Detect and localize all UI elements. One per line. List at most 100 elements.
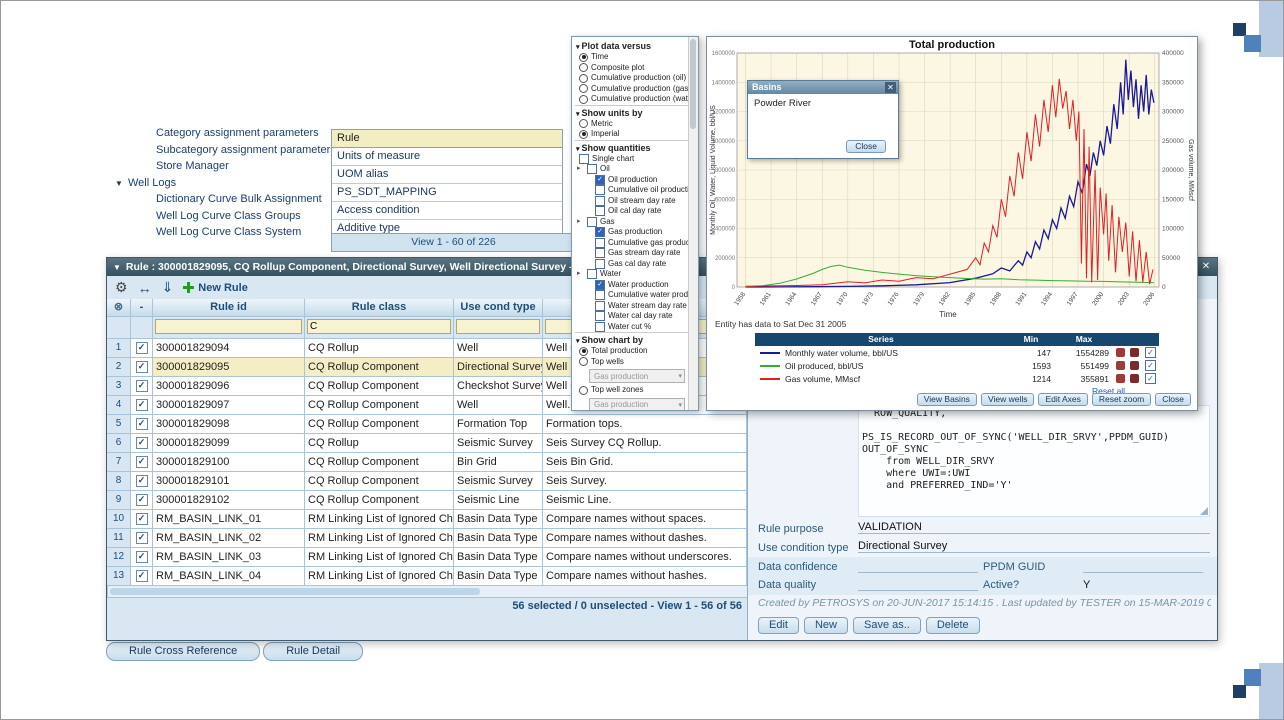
grid-header-rule_class[interactable]: Rule class (305, 299, 454, 317)
row-check-cell[interactable]: ✓ (131, 396, 153, 415)
table-row[interactable]: 5✓300001829098CQ Rollup ComponentFormati… (107, 415, 748, 434)
grid-header-check[interactable]: - (131, 299, 153, 317)
tab-rule-cross-reference[interactable]: Rule Cross Reference (106, 642, 260, 661)
select-all-icon[interactable]: ⊗ (114, 301, 123, 313)
checkbox-icon[interactable] (595, 196, 605, 206)
rule-type-row[interactable]: PS_SDT_MAPPING (332, 184, 562, 202)
grid-hscrollbar[interactable] (107, 586, 748, 598)
row-checkbox[interactable]: ✓ (136, 513, 148, 525)
checkbox-icon[interactable] (595, 322, 605, 332)
checkbox-icon[interactable] (595, 238, 605, 248)
quantity-group[interactable]: ▸Water (575, 269, 689, 280)
checkbox-icon[interactable] (595, 311, 605, 321)
row-check-cell[interactable]: ✓ (131, 472, 153, 491)
radio-icon[interactable] (579, 347, 588, 356)
row-check-cell[interactable]: ✓ (131, 415, 153, 434)
import-icon[interactable]: ⇓ (162, 279, 174, 296)
quantity-option[interactable]: Water cut % (575, 322, 689, 333)
basin-name[interactable]: Powder River (748, 94, 898, 109)
series-visible-checkbox[interactable]: ✓ (1145, 360, 1156, 371)
radio-option[interactable]: Cumulative production (oil) (575, 73, 689, 84)
table-row[interactable]: 11✓RM_BASIN_LINK_02RM Linking List of Ig… (107, 529, 748, 548)
active-value[interactable]: Y (1083, 579, 1090, 591)
row-checkbox[interactable]: ✓ (136, 399, 148, 411)
radio-icon[interactable] (579, 84, 588, 93)
table-row[interactable]: 9✓300001829102CQ Rollup ComponentSeismic… (107, 491, 748, 510)
section-header[interactable]: ▾Show quantities (575, 140, 689, 154)
legend-action-icon-1[interactable] (1116, 361, 1125, 370)
close-button[interactable]: Close (1155, 393, 1191, 406)
quantity-option[interactable]: Cumulative gas production (575, 238, 689, 249)
table-row[interactable]: 13✓RM_BASIN_LINK_04RM Linking List of Ig… (107, 567, 748, 586)
series-visible-checkbox[interactable]: ✓ (1145, 347, 1156, 358)
radio-icon[interactable] (579, 357, 588, 366)
quantity-option[interactable]: Gas stream day rate (575, 248, 689, 259)
radio-option[interactable]: Cumulative production (gas) (575, 84, 689, 95)
row-check-cell[interactable]: ✓ (131, 529, 153, 548)
quantity-option[interactable]: ✓Gas production (575, 227, 689, 238)
radio-icon[interactable] (579, 386, 588, 395)
quantity-group[interactable]: ▸Oil (575, 164, 689, 175)
quantity-option[interactable]: Oil stream day rate (575, 196, 689, 207)
table-row[interactable]: 6✓300001829099CQ RollupSeismic SurveySei… (107, 434, 748, 453)
tree-item[interactable]: Well Log Curve Class System (111, 224, 341, 241)
ppdm-guid-field[interactable] (1083, 559, 1203, 573)
filter-input-rule_class[interactable] (307, 319, 451, 334)
radio-icon[interactable] (579, 63, 588, 72)
sql-text-area[interactable]: ROW_QUALITY, PS_IS_RECORD_OUT_OF_SYNC('W… (858, 405, 1210, 517)
table-row[interactable]: 8✓300001829101CQ Rollup ComponentSeismic… (107, 472, 748, 491)
grid-header-num[interactable]: ⊗ (107, 299, 131, 317)
tree-item[interactable]: Category assignment parameters (111, 125, 341, 142)
new-rule-button[interactable]: New Rule (183, 282, 248, 294)
row-check-cell[interactable]: ✓ (131, 548, 153, 567)
single-chart-option[interactable]: Single chart (575, 154, 689, 165)
radio-icon[interactable] (579, 119, 588, 128)
use-condition-type-value[interactable]: Directional Survey (858, 540, 1210, 553)
quantity-option[interactable]: ✓Water production (575, 280, 689, 291)
data-confidence-field[interactable] (858, 559, 978, 573)
legend-action-icon-2[interactable] (1130, 374, 1139, 383)
view-wells-button[interactable]: View wells (981, 393, 1035, 406)
resize-grip-icon[interactable] (1200, 507, 1208, 515)
quantity-option[interactable]: Gas cal day rate (575, 259, 689, 270)
row-checkbox[interactable]: ✓ (136, 380, 148, 392)
radio-option[interactable]: Total production (575, 346, 689, 357)
section-header[interactable]: ▾Show units by (575, 105, 689, 119)
radio-option[interactable]: Metric (575, 119, 689, 130)
tab-rule-detail[interactable]: Rule Detail (263, 642, 363, 661)
transfer-icon[interactable]: ↔ (138, 280, 152, 296)
tree-item[interactable]: Dictionary Curve Bulk Assignment (111, 191, 341, 208)
checkbox-icon[interactable] (595, 248, 605, 258)
legend-action-icon-1[interactable] (1116, 348, 1125, 357)
checkbox-icon[interactable]: ✓ (595, 280, 605, 290)
radio-option[interactable]: Time (575, 52, 689, 63)
checkbox-icon[interactable] (579, 154, 589, 164)
filter-input-rule_id[interactable] (155, 319, 302, 334)
row-checkbox[interactable]: ✓ (136, 494, 148, 506)
radio-option[interactable]: Composite plot (575, 63, 689, 74)
checkbox-icon[interactable] (595, 206, 605, 216)
disabled-dropdown[interactable]: Gas production▾ (589, 369, 685, 383)
hscroll-thumb[interactable] (110, 588, 480, 595)
checkbox-icon[interactable] (587, 269, 597, 279)
row-checkbox[interactable]: ✓ (136, 456, 148, 468)
row-check-cell[interactable]: ✓ (131, 358, 153, 377)
checkbox-icon[interactable] (595, 259, 605, 269)
section-header[interactable]: ▾Show chart by (575, 332, 689, 346)
row-checkbox[interactable]: ✓ (136, 437, 148, 449)
row-checkbox[interactable]: ✓ (136, 475, 148, 487)
quantity-group[interactable]: ▸Gas (575, 217, 689, 228)
row-check-cell[interactable]: ✓ (131, 491, 153, 510)
grid-header-use_cond_type[interactable]: Use cond type (454, 299, 543, 317)
radio-option[interactable]: Imperial (575, 129, 689, 140)
close-icon[interactable]: ✕ (1199, 260, 1213, 274)
row-checkbox[interactable]: ✓ (136, 532, 148, 544)
basins-close-icon[interactable]: ✕ (885, 82, 896, 93)
table-row[interactable]: 7✓300001829100CQ Rollup ComponentBin Gri… (107, 453, 748, 472)
grid-header-rule_id[interactable]: Rule id (153, 299, 305, 317)
disabled-dropdown[interactable]: Gas production▾ (589, 398, 685, 411)
rule-type-row[interactable]: UOM alias (332, 166, 562, 184)
collapse-icon[interactable]: ▼ (113, 263, 121, 272)
quantity-option[interactable]: Water cal day rate (575, 311, 689, 322)
radio-icon[interactable] (579, 53, 588, 62)
